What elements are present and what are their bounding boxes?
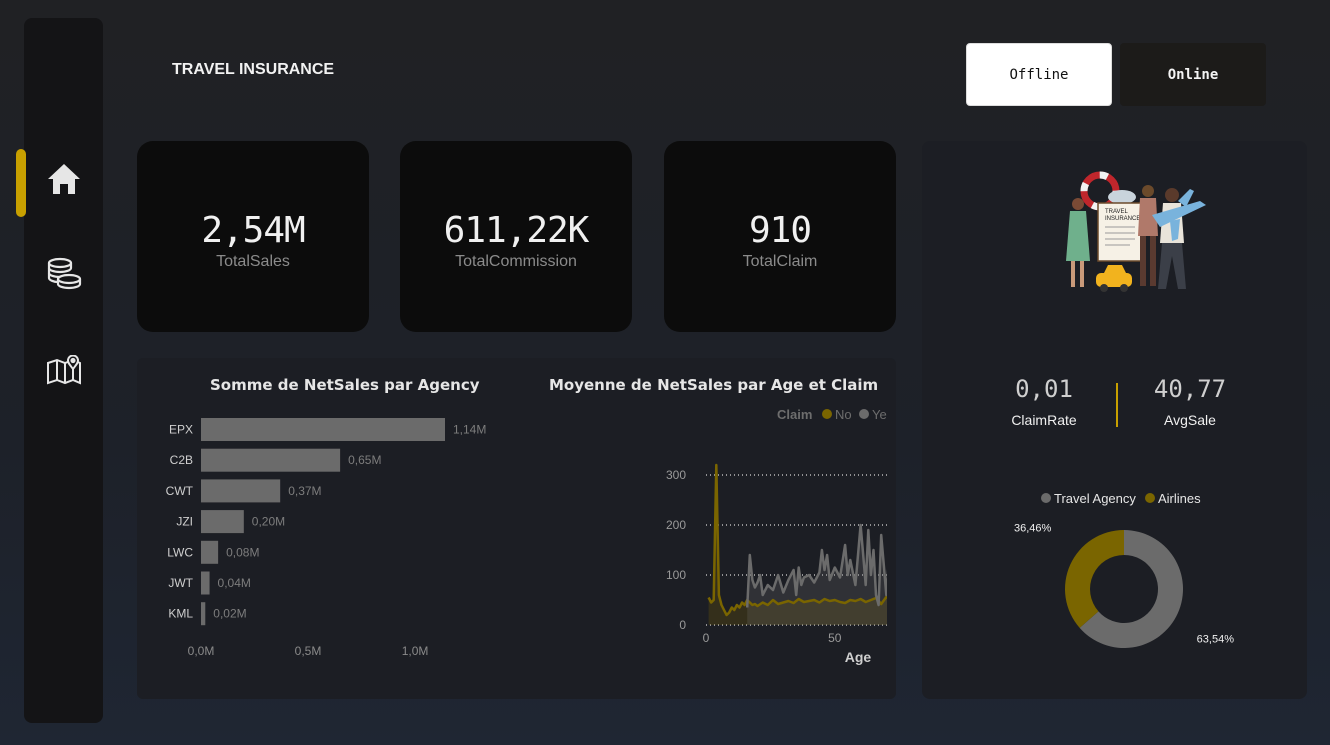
legend-label[interactable]: Yes	[872, 407, 887, 422]
donut-data-label: 36,46%	[1014, 523, 1052, 535]
legend-swatch	[859, 409, 869, 419]
donut-chart[interactable]: Travel Agency Airlines 63,54% 36,46%	[922, 481, 1307, 711]
avg-sale-value: 40,77	[1153, 375, 1227, 403]
bar-category-label: C2B	[170, 453, 193, 467]
nav-item-home[interactable]	[24, 149, 103, 209]
bar-data-label: 0,08M	[226, 545, 259, 559]
travel-insurance-illustration: TRAVEL INSURANCE	[1066, 171, 1206, 292]
bar[interactable]	[201, 418, 445, 441]
legend-swatch	[1041, 493, 1051, 503]
map-icon	[46, 355, 81, 385]
bar-category-label: EPX	[169, 423, 193, 437]
claim-rate-value: 0,01	[1015, 375, 1073, 403]
bar-x-tick-label: 0,0M	[188, 644, 215, 658]
kpi-label: TotalSales	[216, 253, 290, 270]
kpi-card-total-claim: 910 TotalClaim	[664, 141, 896, 332]
line-x-axis-label: Age	[845, 649, 872, 665]
home-icon	[47, 164, 80, 194]
bar[interactable]	[201, 540, 219, 564]
page-title: TRAVEL INSURANCE	[172, 61, 335, 78]
kpi-value: 611,22K	[443, 210, 590, 251]
svg-text:TRAVEL: TRAVEL	[1105, 209, 1129, 215]
charts-panel: Somme de NetSales par Agency Moyenne de …	[137, 358, 896, 699]
bar-data-label: 1,14M	[453, 423, 486, 437]
bar-category-label: JWT	[168, 576, 193, 590]
nav-item-finance[interactable]	[24, 244, 103, 304]
bar-category-label: KML	[168, 607, 193, 621]
line-y-tick-label: 0	[679, 618, 686, 632]
bar-category-label: LWC	[167, 545, 193, 559]
bar[interactable]	[201, 479, 281, 503]
line-y-tick-label: 100	[666, 568, 686, 582]
line-x-tick-label: 50	[828, 631, 842, 645]
line-x-tick-label: 0	[703, 631, 710, 645]
bar-x-tick-label: 1,0M	[402, 644, 429, 658]
bar-data-label: 0,04M	[218, 576, 251, 590]
legend-swatch	[1145, 493, 1155, 503]
line-chart[interactable]: ClaimNoYes0100200300050100Age	[507, 388, 887, 698]
line-y-tick-label: 200	[666, 518, 686, 532]
bar-data-label: 0,02M	[213, 607, 246, 621]
legend-label[interactable]: No	[835, 407, 852, 422]
kpi-label: TotalClaim	[742, 253, 818, 270]
offline-button[interactable]: Offline	[966, 43, 1112, 106]
summary-panel: TRAVEL INSURANCE 0,01 ClaimRate 40,77 Av…	[922, 141, 1307, 699]
line-y-tick-label: 300	[666, 468, 686, 482]
bar-data-label: 0,20M	[252, 515, 285, 529]
kpi-card-total-sales: 2,54M TotalSales	[137, 141, 369, 332]
bar[interactable]	[201, 510, 244, 534]
nav-item-map[interactable]	[24, 340, 103, 400]
coins-icon	[47, 257, 81, 290]
bar[interactable]	[201, 448, 341, 472]
bar-data-label: 0,65M	[348, 453, 381, 467]
bar-data-label: 0,37M	[288, 484, 321, 498]
bar-chart[interactable]: EPX 1,14M C2B 0,65M CWT 0,37M JZI 0,20M LWC 0,08M…	[137, 388, 497, 698]
svg-text:INSURANCE: INSURANCE	[1105, 216, 1140, 222]
legend-title: Claim	[777, 407, 812, 422]
bar-x-tick-label: 0,5M	[295, 644, 322, 658]
bar[interactable]	[201, 602, 206, 626]
claim-rate-label: ClaimRate	[1011, 412, 1077, 428]
bar[interactable]	[201, 571, 210, 595]
donut-data-label: 63,54%	[1197, 633, 1235, 645]
kpi-label: TotalCommission	[455, 253, 577, 270]
online-button[interactable]: Online	[1120, 43, 1266, 106]
avg-sale-label: AvgSale	[1164, 412, 1216, 428]
donut-slice[interactable]	[1065, 530, 1124, 628]
kpi-value: 2,54M	[201, 210, 305, 251]
legend-label[interactable]: Airlines	[1158, 491, 1201, 506]
legend-label[interactable]: Travel Agency	[1054, 491, 1136, 506]
kpi-card-total-commission: 611,22K TotalCommission	[400, 141, 632, 332]
bar-category-label: JZI	[176, 515, 193, 529]
legend-swatch	[822, 409, 832, 419]
sidebar	[16, 18, 103, 723]
kpi-value: 910	[748, 210, 812, 251]
bar-category-label: CWT	[166, 484, 194, 498]
stat-divider	[1116, 383, 1118, 427]
